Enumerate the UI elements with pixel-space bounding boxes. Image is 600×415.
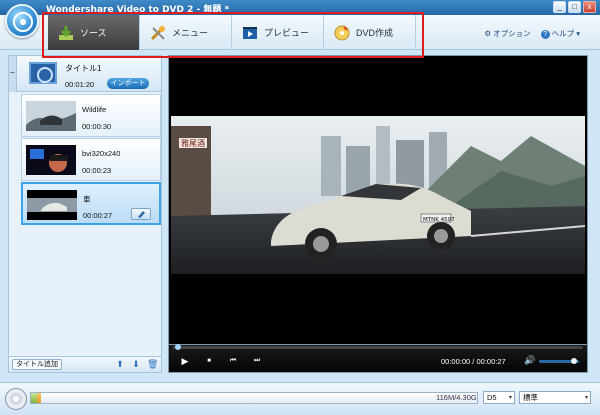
clip-thumbnail	[26, 101, 76, 131]
capacity-bar	[30, 392, 478, 404]
chevron-down-icon: ▾	[508, 395, 512, 401]
scene-sign-text: 雅尾酒	[181, 138, 205, 148]
title-group-header[interactable]: − タイトル1 00:01:20 インポート	[9, 56, 161, 92]
tab-preview-label: プレビュー	[264, 28, 310, 38]
capacity-text: 116M/4.30G	[436, 393, 477, 402]
move-down-icon[interactable]: ⬇	[131, 359, 141, 369]
options-label: オプション	[493, 29, 531, 38]
help-icon: ?	[540, 30, 550, 39]
maximize-button[interactable]: □	[568, 1, 581, 13]
next-button[interactable]: ⏭	[251, 356, 263, 366]
pencil-icon	[138, 211, 145, 218]
volume-icon[interactable]: 🔊	[524, 355, 536, 365]
add-title-button[interactable]: タイトル追加	[12, 359, 62, 370]
car-thumbnail-image	[27, 190, 77, 220]
wildlife-thumbnail-image	[26, 101, 76, 131]
disc-type-select[interactable]: D5 ▾	[483, 391, 515, 404]
dvd-burn-icon	[334, 25, 350, 40]
volume-slider[interactable]	[539, 358, 579, 364]
download-icon	[59, 25, 73, 40]
license-plate-text: MTNK 4597	[423, 217, 455, 223]
tab-preview[interactable]: プレビュー	[232, 15, 324, 50]
help-link[interactable]: ? ヘルプ ▾	[540, 28, 580, 39]
list-item[interactable]: Wildlife 00:00:30	[21, 94, 161, 137]
current-time: 00:00:00	[441, 357, 471, 366]
close-button[interactable]: x	[583, 1, 596, 13]
title-group-duration: 00:01:20	[65, 80, 95, 89]
move-up-icon[interactable]: ⬆	[115, 359, 125, 369]
clip-thumbnail	[26, 145, 76, 175]
chevron-down-icon: ▾	[584, 395, 588, 401]
stop-button[interactable]: ■	[203, 356, 215, 366]
clip-name: 車	[83, 195, 91, 204]
tab-dvd-create[interactable]: DVD作成	[324, 15, 416, 50]
import-button[interactable]: インポート	[107, 78, 149, 89]
total-time: 00:00:27	[476, 357, 506, 366]
car-scene-image: 雅尾酒 MTNK 4597	[171, 116, 585, 274]
seek-handle[interactable]	[175, 344, 181, 350]
edit-button[interactable]	[131, 208, 151, 220]
collapse-toggle[interactable]: −	[9, 56, 17, 92]
capacity-fill-marker	[37, 393, 41, 403]
footer-actions: ⬆ ⬇ 🗑	[115, 359, 158, 369]
tab-bar: ソース メニュー プレビュー DVD作成	[48, 15, 416, 50]
clip-name: Wildlife	[82, 105, 107, 114]
delete-icon[interactable]: 🗑	[147, 359, 158, 369]
tab-source-label: ソース	[80, 28, 107, 38]
window-controls: _ □ x	[553, 1, 596, 13]
chevron-down-icon: ▾	[576, 29, 580, 38]
clip-duration: 00:00:27	[83, 211, 113, 220]
title-bar: Wondershare Video to DVD 2 - 無題 * _ □ x	[0, 0, 600, 15]
minimize-button[interactable]: _	[553, 1, 566, 13]
previous-button[interactable]: ⏮	[227, 356, 239, 366]
help-label: ヘルプ	[551, 29, 575, 38]
clip-duration: 00:00:30	[82, 122, 112, 131]
film-reel-icon	[29, 62, 57, 84]
window-title: Wondershare Video to DVD 2 - 無題 *	[46, 5, 230, 15]
tools-icon	[150, 25, 165, 40]
bvi-thumbnail-image	[26, 145, 76, 175]
disc-type-value: D5	[487, 393, 497, 402]
disc-icon	[5, 388, 27, 410]
app-logo	[5, 4, 39, 38]
gear-icon: ⚙	[484, 29, 492, 38]
tab-menu-label: メニュー	[172, 28, 209, 38]
panel-footer: タイトル追加 ⬆ ⬇ 🗑	[9, 356, 161, 372]
player-controls: ▶ ■ ⏮ ⏭ 00:00:00 / 00:00:27 🔊	[168, 344, 588, 373]
title-group-name: タイトル1	[65, 64, 102, 73]
tab-source[interactable]: ソース	[48, 15, 140, 50]
quality-select[interactable]: 標準 ▾	[519, 391, 591, 404]
seek-bar[interactable]	[173, 344, 583, 350]
video-frame: 雅尾酒 MTNK 4597	[171, 116, 585, 274]
status-bar: 116M/4.30G D5 ▾ 標準 ▾	[0, 382, 600, 415]
time-separator: /	[472, 357, 475, 366]
clip-name: bvi320x240	[82, 149, 121, 158]
top-links: ⚙ オプション ? ヘルプ ▾	[484, 28, 580, 39]
video-preview[interactable]: 雅尾酒 MTNK 4597	[168, 55, 588, 345]
disc-logo-icon	[13, 12, 33, 32]
time-readout: 00:00:00 / 00:00:27	[441, 357, 506, 366]
quality-value: 標準	[523, 393, 538, 402]
source-panel: − タイトル1 00:01:20 インポート Wildlife 00:00:30…	[8, 55, 162, 373]
tab-menu[interactable]: メニュー	[140, 15, 232, 50]
list-item[interactable]: 車 00:00:27	[21, 182, 161, 225]
clip-duration: 00:00:23	[82, 166, 112, 175]
options-link[interactable]: ⚙ オプション	[484, 28, 530, 39]
film-play-icon	[243, 26, 257, 39]
clip-thumbnail	[27, 190, 77, 220]
tab-dvd-create-label: DVD作成	[356, 28, 394, 38]
play-button[interactable]: ▶	[179, 356, 191, 366]
list-item[interactable]: bvi320x240 00:00:23	[21, 138, 161, 181]
